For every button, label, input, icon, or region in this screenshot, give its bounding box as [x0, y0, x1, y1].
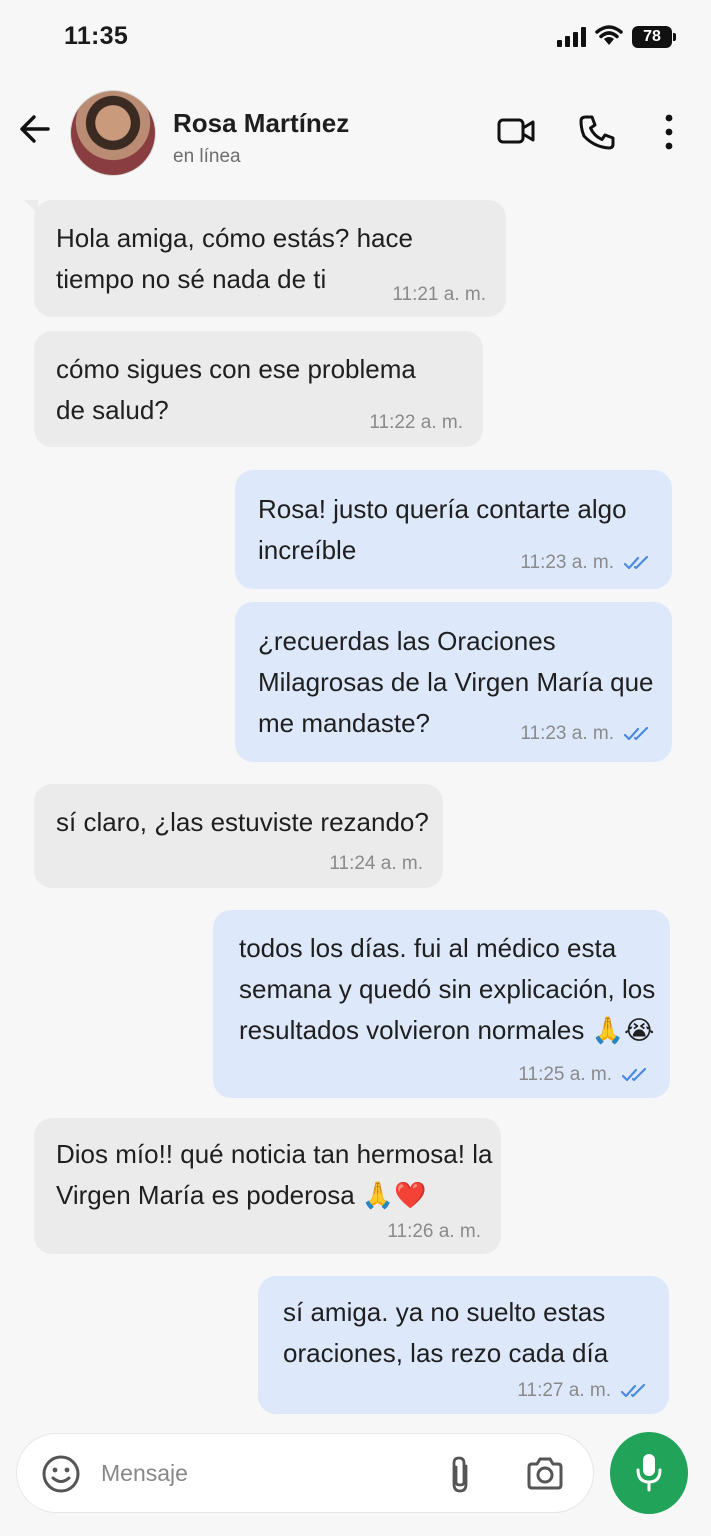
message-bubble[interactable]: ¿recuerdas las Oraciones Milagrosas de l…: [235, 602, 672, 762]
attach-icon[interactable]: [445, 1454, 475, 1496]
message-meta: 11:23 a. m.: [520, 723, 652, 745]
message-bubble[interactable]: sí amiga. ya no suelto estas oraciones, …: [258, 1276, 669, 1414]
message-time: 11:23 a. m.: [520, 723, 614, 744]
message-meta: 11:27 a. m.: [517, 1380, 649, 1402]
emoji-icon[interactable]: [41, 1454, 81, 1494]
contact-avatar[interactable]: [70, 90, 156, 176]
message-text: sí amiga. ya no suelto estas oraciones, …: [283, 1297, 609, 1368]
contact-name[interactable]: Rosa Martínez: [173, 108, 349, 139]
message-bubble[interactable]: Dios mío!! qué noticia tan hermosa! la V…: [34, 1118, 501, 1254]
message-time: 11:21 a. m.: [392, 284, 486, 305]
more-vertical-icon[interactable]: [662, 114, 676, 150]
status-bar: 11:35 78: [0, 0, 711, 76]
message-text: sí claro, ¿las estuviste rezando?: [56, 807, 429, 837]
message-bubble[interactable]: sí claro, ¿las estuviste rezando? 11:24 …: [34, 784, 443, 888]
chat-header: Rosa Martínez en línea: [0, 80, 711, 184]
message-time: 11:22 a. m.: [369, 412, 463, 433]
message-meta: 11:25 a. m.: [518, 1064, 650, 1086]
message-time: 11:25 a. m.: [518, 1064, 612, 1085]
message-bubble[interactable]: cómo sigues con ese problema de salud? 1…: [34, 331, 483, 447]
battery-indicator: 78: [632, 26, 676, 48]
double-check-icon: [621, 1383, 646, 1398]
phone-icon[interactable]: [578, 114, 616, 152]
message-input-bar[interactable]: Mensaje: [16, 1433, 594, 1513]
back-arrow-icon[interactable]: [18, 112, 52, 146]
wifi-icon: [595, 25, 623, 45]
message-time: 11:26 a. m.: [387, 1221, 481, 1242]
contact-status: en línea: [173, 146, 241, 167]
bubble-tail: [24, 200, 38, 214]
message-bubble[interactable]: Hola amiga, cómo estás? hace tiempo no s…: [24, 200, 506, 317]
video-call-icon[interactable]: [496, 114, 536, 148]
message-time: 11:23 a. m.: [520, 552, 614, 573]
double-check-icon: [622, 1067, 647, 1082]
message-meta: 11:23 a. m.: [520, 552, 652, 574]
message-text: todos los días. fui al médico esta seman…: [239, 933, 656, 1045]
voice-record-button[interactable]: [610, 1432, 688, 1514]
message-bubble[interactable]: todos los días. fui al médico esta seman…: [213, 910, 670, 1098]
camera-icon[interactable]: [525, 1456, 565, 1492]
double-check-icon: [624, 726, 649, 741]
message-time: 11:24 a. m.: [329, 853, 423, 874]
message-bubble[interactable]: Rosa! justo quería contarte algo increíb…: [235, 470, 672, 589]
status-time: 11:35: [64, 22, 129, 50]
message-time: 11:27 a. m.: [517, 1380, 611, 1401]
mic-icon: [636, 1454, 662, 1492]
double-check-icon: [624, 555, 649, 570]
message-text: Hola amiga, cómo estás? hace tiempo no s…: [56, 223, 413, 294]
signal-icon: [557, 27, 586, 47]
message-text: Dios mío!! qué noticia tan hermosa! la V…: [56, 1139, 493, 1210]
message-text: cómo sigues con ese problema de salud?: [56, 354, 416, 425]
message-input[interactable]: Mensaje: [101, 1460, 188, 1487]
